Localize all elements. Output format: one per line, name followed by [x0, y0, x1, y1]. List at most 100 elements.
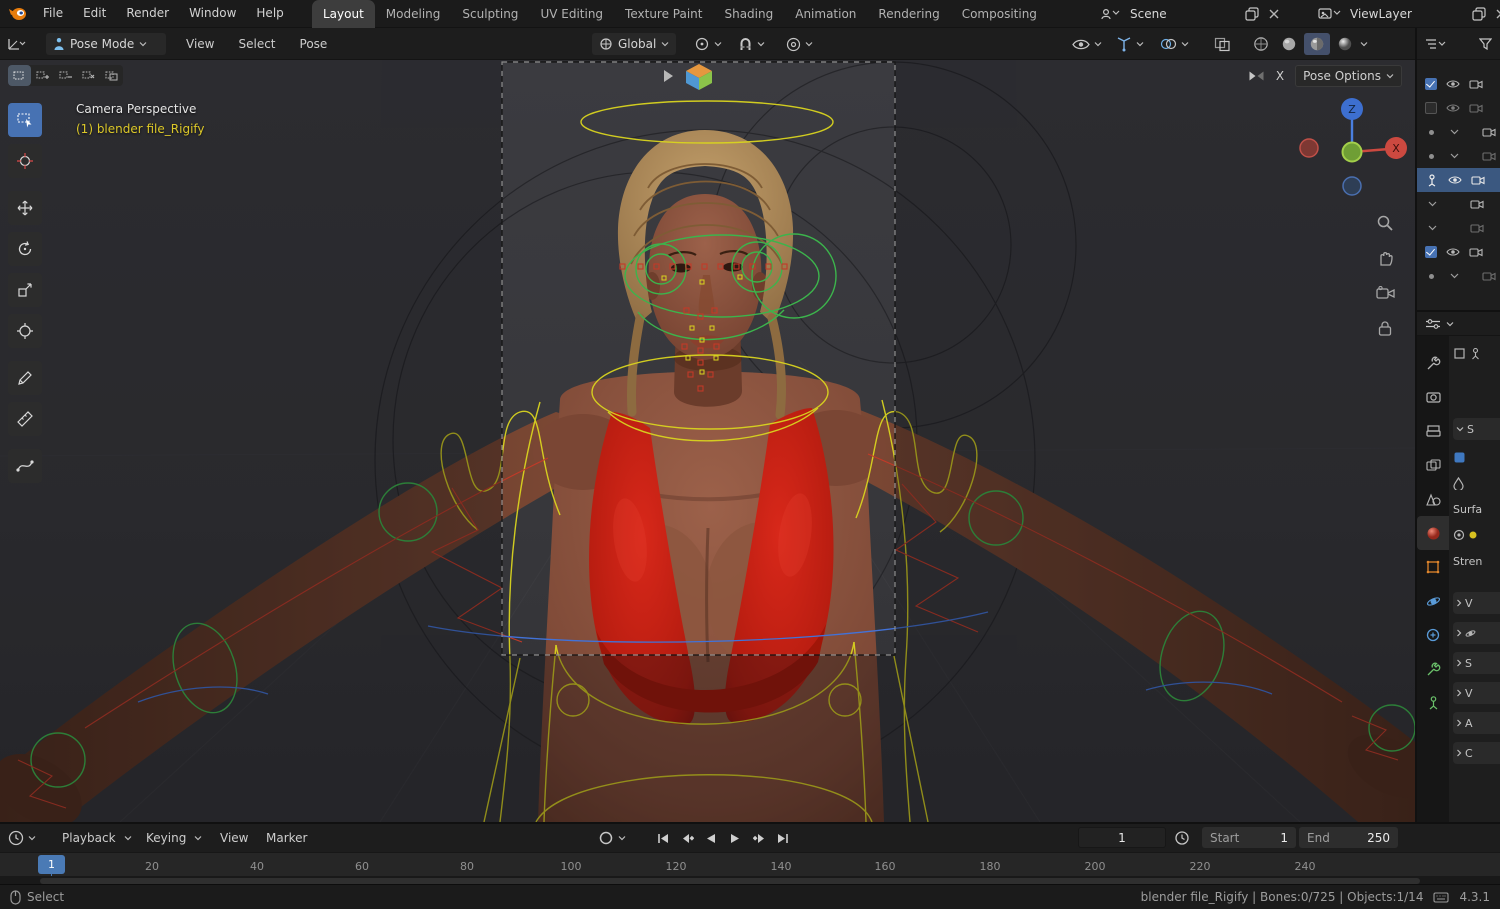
- data-icon[interactable]: [1469, 347, 1482, 360]
- playhead[interactable]: 1: [38, 855, 65, 878]
- panel-header-collapsed[interactable]: A: [1453, 712, 1500, 734]
- chevron-icon[interactable]: [1447, 153, 1461, 159]
- unlink-scene-icon[interactable]: [1265, 4, 1283, 24]
- new-viewlayer-icon[interactable]: [1470, 4, 1488, 24]
- remove-viewlayer-icon[interactable]: [1492, 4, 1500, 24]
- viewlayer-name[interactable]: ViewLayer: [1346, 7, 1416, 21]
- select-mode-subtract-button[interactable]: [54, 65, 77, 86]
- zoom-icon[interactable]: [1372, 210, 1398, 236]
- tool-measure[interactable]: [8, 402, 42, 436]
- tool-transform[interactable]: [8, 314, 42, 348]
- orientation-dropdown[interactable]: Global: [592, 33, 677, 55]
- pose-options-dropdown[interactable]: Pose Options: [1295, 65, 1402, 87]
- select-mode-extend-button[interactable]: [31, 65, 54, 86]
- camera-visibility-icon[interactable]: [1469, 79, 1483, 89]
- tab-view-layer[interactable]: [1417, 448, 1449, 482]
- camera-visibility-icon[interactable]: [1470, 199, 1484, 209]
- chevron-icon[interactable]: [1425, 225, 1439, 231]
- camera-visibility-icon[interactable]: [1470, 223, 1484, 233]
- menu-item[interactable]: Help: [246, 0, 293, 27]
- outliner-row[interactable]: [1417, 216, 1500, 240]
- chevron-icon[interactable]: [1447, 129, 1461, 135]
- workspace-tab[interactable]: UV Editing: [529, 0, 614, 28]
- outliner-row-active-armature[interactable]: [1417, 168, 1500, 192]
- outliner-row[interactable]: [1417, 192, 1500, 216]
- gizmos-dropdown[interactable]: [1116, 33, 1144, 55]
- menu-item[interactable]: Window: [179, 0, 246, 27]
- editor-type-button[interactable]: [6, 33, 26, 55]
- navigation-gizmo[interactable]: Z X: [1295, 95, 1410, 210]
- frame-end-field[interactable]: End 250: [1299, 827, 1398, 848]
- outliner-row[interactable]: [1417, 264, 1500, 288]
- viewport-menu-item[interactable]: Pose: [290, 33, 338, 55]
- tool-select-box[interactable]: [8, 103, 42, 137]
- playback-menu[interactable]: Playback: [58, 827, 132, 849]
- workspace-tab[interactable]: Compositing: [951, 0, 1048, 28]
- panel-header-expanded[interactable]: S: [1453, 418, 1500, 440]
- id-browse-row[interactable]: [1453, 448, 1500, 466]
- timeline-editor-type-button[interactable]: [8, 827, 36, 849]
- outliner-row[interactable]: [1417, 144, 1500, 168]
- workspace-tab[interactable]: Modeling: [375, 0, 452, 28]
- tab-object-data[interactable]: [1417, 686, 1449, 720]
- keying-menu[interactable]: Keying: [142, 827, 202, 849]
- camera-view-icon[interactable]: [1372, 280, 1398, 306]
- tab-object[interactable]: [1417, 550, 1449, 584]
- current-frame-field[interactable]: 1: [1078, 827, 1166, 848]
- timeline-ruler[interactable]: 20 40 60 80 100 120 140 160 180 200 220 240 1: [0, 852, 1500, 878]
- play-button[interactable]: [724, 827, 746, 849]
- select-mode-intersect-button[interactable]: [100, 65, 123, 86]
- eye-icon[interactable]: [1446, 79, 1460, 89]
- tab-constraints[interactable]: [1417, 618, 1449, 652]
- outliner-row[interactable]: [1417, 72, 1500, 96]
- tool-move[interactable]: [8, 191, 42, 225]
- tab-material[interactable]: [1417, 516, 1449, 550]
- tab-output[interactable]: [1417, 414, 1449, 448]
- use-preview-range-toggle[interactable]: [1174, 827, 1190, 849]
- properties-header-chevron[interactable]: [1446, 321, 1454, 327]
- properties-editor-icon[interactable]: [1424, 314, 1442, 334]
- outliner-filter-icon[interactable]: [1476, 34, 1494, 54]
- workspace-tab[interactable]: Rendering: [867, 0, 950, 28]
- panel-header-collapsed[interactable]: V: [1453, 682, 1500, 704]
- socket-row[interactable]: [1453, 526, 1500, 544]
- shading-material-button[interactable]: [1304, 33, 1330, 55]
- checkbox-icon[interactable]: [1425, 246, 1437, 258]
- shading-rendered-button[interactable]: [1332, 33, 1358, 55]
- shading-solid-button[interactable]: [1276, 33, 1302, 55]
- menu-item[interactable]: Render: [116, 0, 179, 27]
- timeline-marker-menu[interactable]: Marker: [262, 827, 311, 849]
- panel-header-collapsed[interactable]: C: [1453, 742, 1500, 764]
- workspace-tab[interactable]: Texture Paint: [614, 0, 713, 28]
- outliner-row[interactable]: [1417, 96, 1500, 120]
- menu-item[interactable]: File: [33, 0, 73, 27]
- outliner-row[interactable]: [1417, 240, 1500, 264]
- eye-icon[interactable]: [1446, 103, 1460, 113]
- tool-cursor[interactable]: [8, 144, 42, 178]
- workspace-tab[interactable]: Shading: [713, 0, 784, 28]
- camera-visibility-icon[interactable]: [1469, 247, 1483, 257]
- viewport-menu-item[interactable]: View: [176, 33, 224, 55]
- camera-visibility-icon[interactable]: [1471, 175, 1485, 185]
- viewport-menu-item[interactable]: Select: [228, 33, 285, 55]
- select-mode-set-button[interactable]: [8, 65, 31, 86]
- panel-header-collapsed[interactable]: [1453, 622, 1500, 644]
- checkbox-empty-icon[interactable]: [1425, 102, 1437, 114]
- camera-visibility-icon[interactable]: [1482, 127, 1496, 137]
- mode-dropdown[interactable]: Pose Mode: [46, 33, 166, 55]
- tool-rotate[interactable]: [8, 232, 42, 266]
- tab-render[interactable]: [1417, 380, 1449, 414]
- pivot-point-dropdown[interactable]: [694, 33, 722, 55]
- timeline-view-menu[interactable]: View: [216, 827, 252, 849]
- scene-name[interactable]: Scene: [1126, 7, 1171, 21]
- camera-visibility-icon[interactable]: [1482, 271, 1496, 281]
- panel-header-collapsed[interactable]: S: [1453, 652, 1500, 674]
- auto-keying-toggle[interactable]: [598, 827, 626, 849]
- viewport-canvas[interactable]: [0, 60, 1415, 822]
- new-scene-icon[interactable]: [1243, 4, 1261, 24]
- tab-physics[interactable]: [1417, 584, 1449, 618]
- jump-to-start-button[interactable]: [652, 827, 674, 849]
- menu-item[interactable]: Edit: [73, 0, 116, 27]
- viewport-3d[interactable]: Camera Perspective (1) blender file_Rigi…: [0, 60, 1415, 822]
- shading-dropdown-chevron[interactable]: [1360, 41, 1368, 47]
